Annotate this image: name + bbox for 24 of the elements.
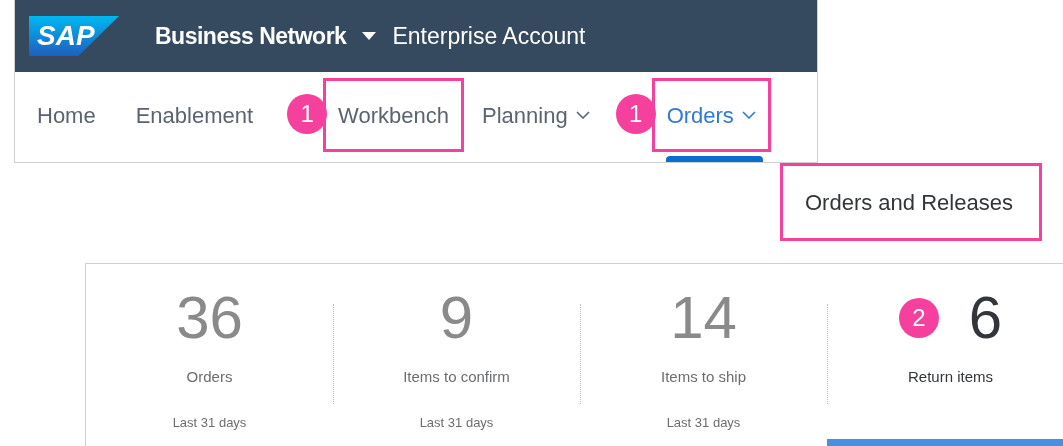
tile-count[interactable]: 14 (670, 282, 737, 354)
tile-period: Last 31 days (419, 413, 494, 432)
tile-label: Return items (908, 367, 993, 387)
nav-tab[interactable]: Planning (468, 78, 604, 152)
product-name[interactable]: Business Network (155, 18, 347, 54)
tile-count[interactable]: 6 (968, 282, 1003, 354)
caret-down-icon[interactable] (362, 32, 377, 40)
logo: SAP (29, 16, 119, 56)
tile-label: Items to ship (660, 367, 746, 387)
nav-tab[interactable]: Enablement (121, 78, 268, 152)
callout-badge: 2 (898, 298, 939, 338)
tile-label: Orders (186, 367, 233, 387)
tile-count[interactable]: 9 (439, 282, 474, 354)
tile-count[interactable]: 36 (176, 282, 243, 354)
tile-label: Items to confirm (403, 367, 510, 387)
menu-item[interactable]: Orders and Releases (780, 163, 1042, 241)
tile-period: Last 31 days (666, 413, 741, 432)
nav-tab[interactable]: Home (23, 78, 110, 152)
nav-tab[interactable]: Orders (651, 78, 771, 152)
chevron-down-icon (741, 111, 756, 119)
chevron-down-icon (575, 111, 590, 119)
nav-tab[interactable]: Workbench (323, 78, 464, 152)
tile-period: Last 31 days (172, 413, 247, 432)
account-name: Enterprise Account (392, 21, 586, 51)
